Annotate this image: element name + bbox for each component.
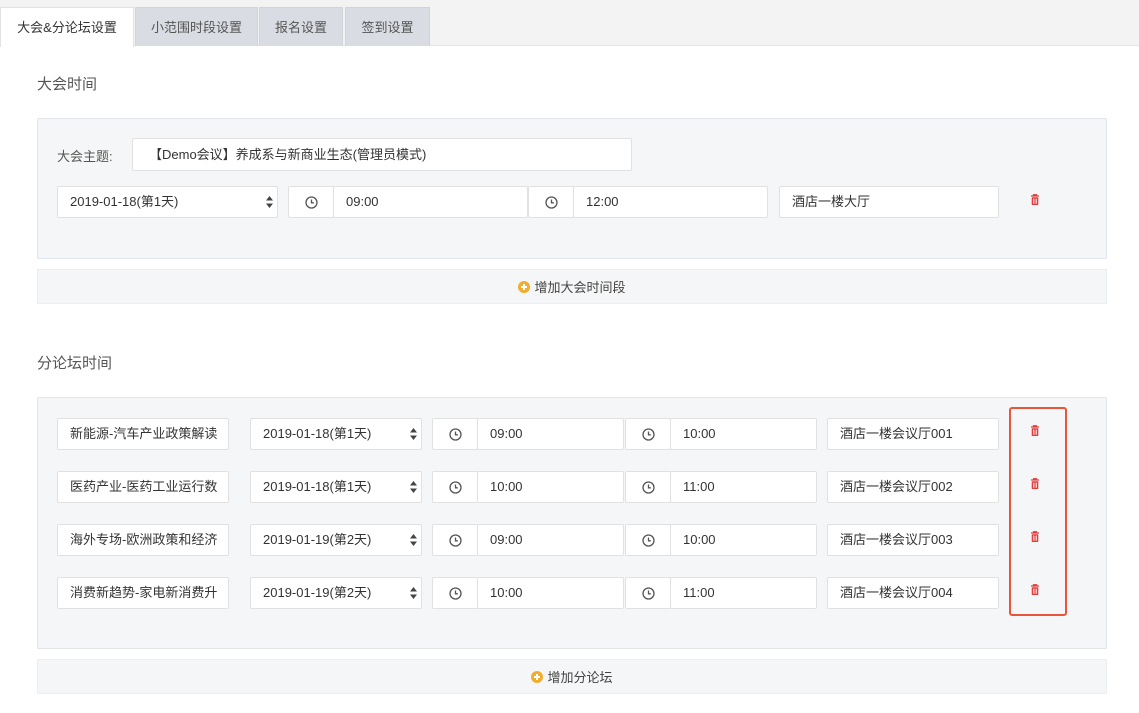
forum-venue-input[interactable]: 酒店一楼会议厅002 <box>827 471 999 503</box>
clock-icon <box>432 471 478 503</box>
delete-column-highlight <box>1009 407 1067 616</box>
forum-start-time-input[interactable]: 10:00 <box>477 471 624 503</box>
clock-icon <box>625 418 671 450</box>
conference-section-title: 大会时间 <box>37 76 98 93</box>
forum-date-value: 2019-01-19(第2天) <box>263 585 372 600</box>
conference-date-select[interactable]: 2019-01-18(第1天) <box>57 186 278 218</box>
clock-icon <box>625 577 671 609</box>
tab-checkin-settings[interactable]: 签到设置 <box>345 7 430 46</box>
forum-venue-input[interactable]: 酒店一楼会议厅003 <box>827 524 999 556</box>
clock-icon <box>625 524 671 556</box>
clock-icon <box>432 418 478 450</box>
conference-venue-input[interactable]: 酒店一楼大厅 <box>779 186 999 218</box>
forum-date-value: 2019-01-19(第2天) <box>263 532 372 547</box>
forum-section-title: 分论坛时间 <box>37 355 113 372</box>
forum-name-input[interactable]: 医药产业-医药工业运行数 <box>57 471 229 503</box>
clock-icon <box>432 524 478 556</box>
tab-small-session-settings[interactable]: 小范围时段设置 <box>135 7 258 46</box>
forum-venue-input[interactable]: 酒店一楼会议厅001 <box>827 418 999 450</box>
plus-circle-icon <box>531 671 544 683</box>
forum-start-time-input[interactable]: 09:00 <box>477 418 624 450</box>
theme-label: 大会主题: <box>57 149 113 164</box>
forum-start-time-input[interactable]: 09:00 <box>477 524 624 556</box>
tab-bar: 大会&分论坛设置 小范围时段设置 报名设置 签到设置 <box>0 0 1139 47</box>
forum-date-select[interactable]: 2019-01-18(第1天) <box>250 471 422 503</box>
forum-name-input[interactable]: 海外专场-欧洲政策和经济 <box>57 524 229 556</box>
forum-date-value: 2019-01-18(第1天) <box>263 479 372 494</box>
tab-registration-settings[interactable]: 报名设置 <box>259 7 343 46</box>
clock-icon <box>288 186 334 218</box>
trash-icon[interactable] <box>1028 193 1042 207</box>
plus-circle-icon <box>518 281 531 293</box>
add-conference-slot-label: 增加大会时间段 <box>534 280 626 295</box>
forum-end-time-input[interactable]: 10:00 <box>670 418 817 450</box>
forum-name-input[interactable]: 新能源-汽车产业政策解读 <box>57 418 229 450</box>
select-arrows-icon <box>410 428 417 440</box>
forum-name-input[interactable]: 消费新趋势-家电新消费升 <box>57 577 229 609</box>
select-arrows-icon <box>410 481 417 493</box>
clock-icon <box>528 186 574 218</box>
forum-date-select[interactable]: 2019-01-18(第1天) <box>250 418 422 450</box>
forum-end-time-input[interactable]: 11:00 <box>670 577 817 609</box>
tab-conference-forum-settings[interactable]: 大会&分论坛设置 <box>0 7 134 47</box>
forum-end-time-input[interactable]: 11:00 <box>670 471 817 503</box>
conference-start-time-input[interactable]: 09:00 <box>333 186 528 218</box>
forum-end-time-input[interactable]: 10:00 <box>670 524 817 556</box>
forum-date-value: 2019-01-18(第1天) <box>263 426 372 441</box>
theme-input[interactable]: 【Demo会议】养成系与新商业生态(管理员模式) <box>132 138 632 171</box>
add-conference-slot-button[interactable]: 增加大会时间段 <box>37 269 1107 304</box>
add-forum-button[interactable]: 增加分论坛 <box>37 659 1107 694</box>
conference-date-value: 2019-01-18(第1天) <box>70 194 179 209</box>
forum-date-select[interactable]: 2019-01-19(第2天) <box>250 524 422 556</box>
clock-icon <box>432 577 478 609</box>
select-arrows-icon <box>266 196 273 208</box>
add-forum-label: 增加分论坛 <box>547 670 613 685</box>
select-arrows-icon <box>410 587 417 599</box>
select-arrows-icon <box>410 534 417 546</box>
forum-venue-input[interactable]: 酒店一楼会议厅004 <box>827 577 999 609</box>
forum-start-time-input[interactable]: 10:00 <box>477 577 624 609</box>
clock-icon <box>625 471 671 503</box>
conference-end-time-input[interactable]: 12:00 <box>573 186 768 218</box>
forum-date-select[interactable]: 2019-01-19(第2天) <box>250 577 422 609</box>
